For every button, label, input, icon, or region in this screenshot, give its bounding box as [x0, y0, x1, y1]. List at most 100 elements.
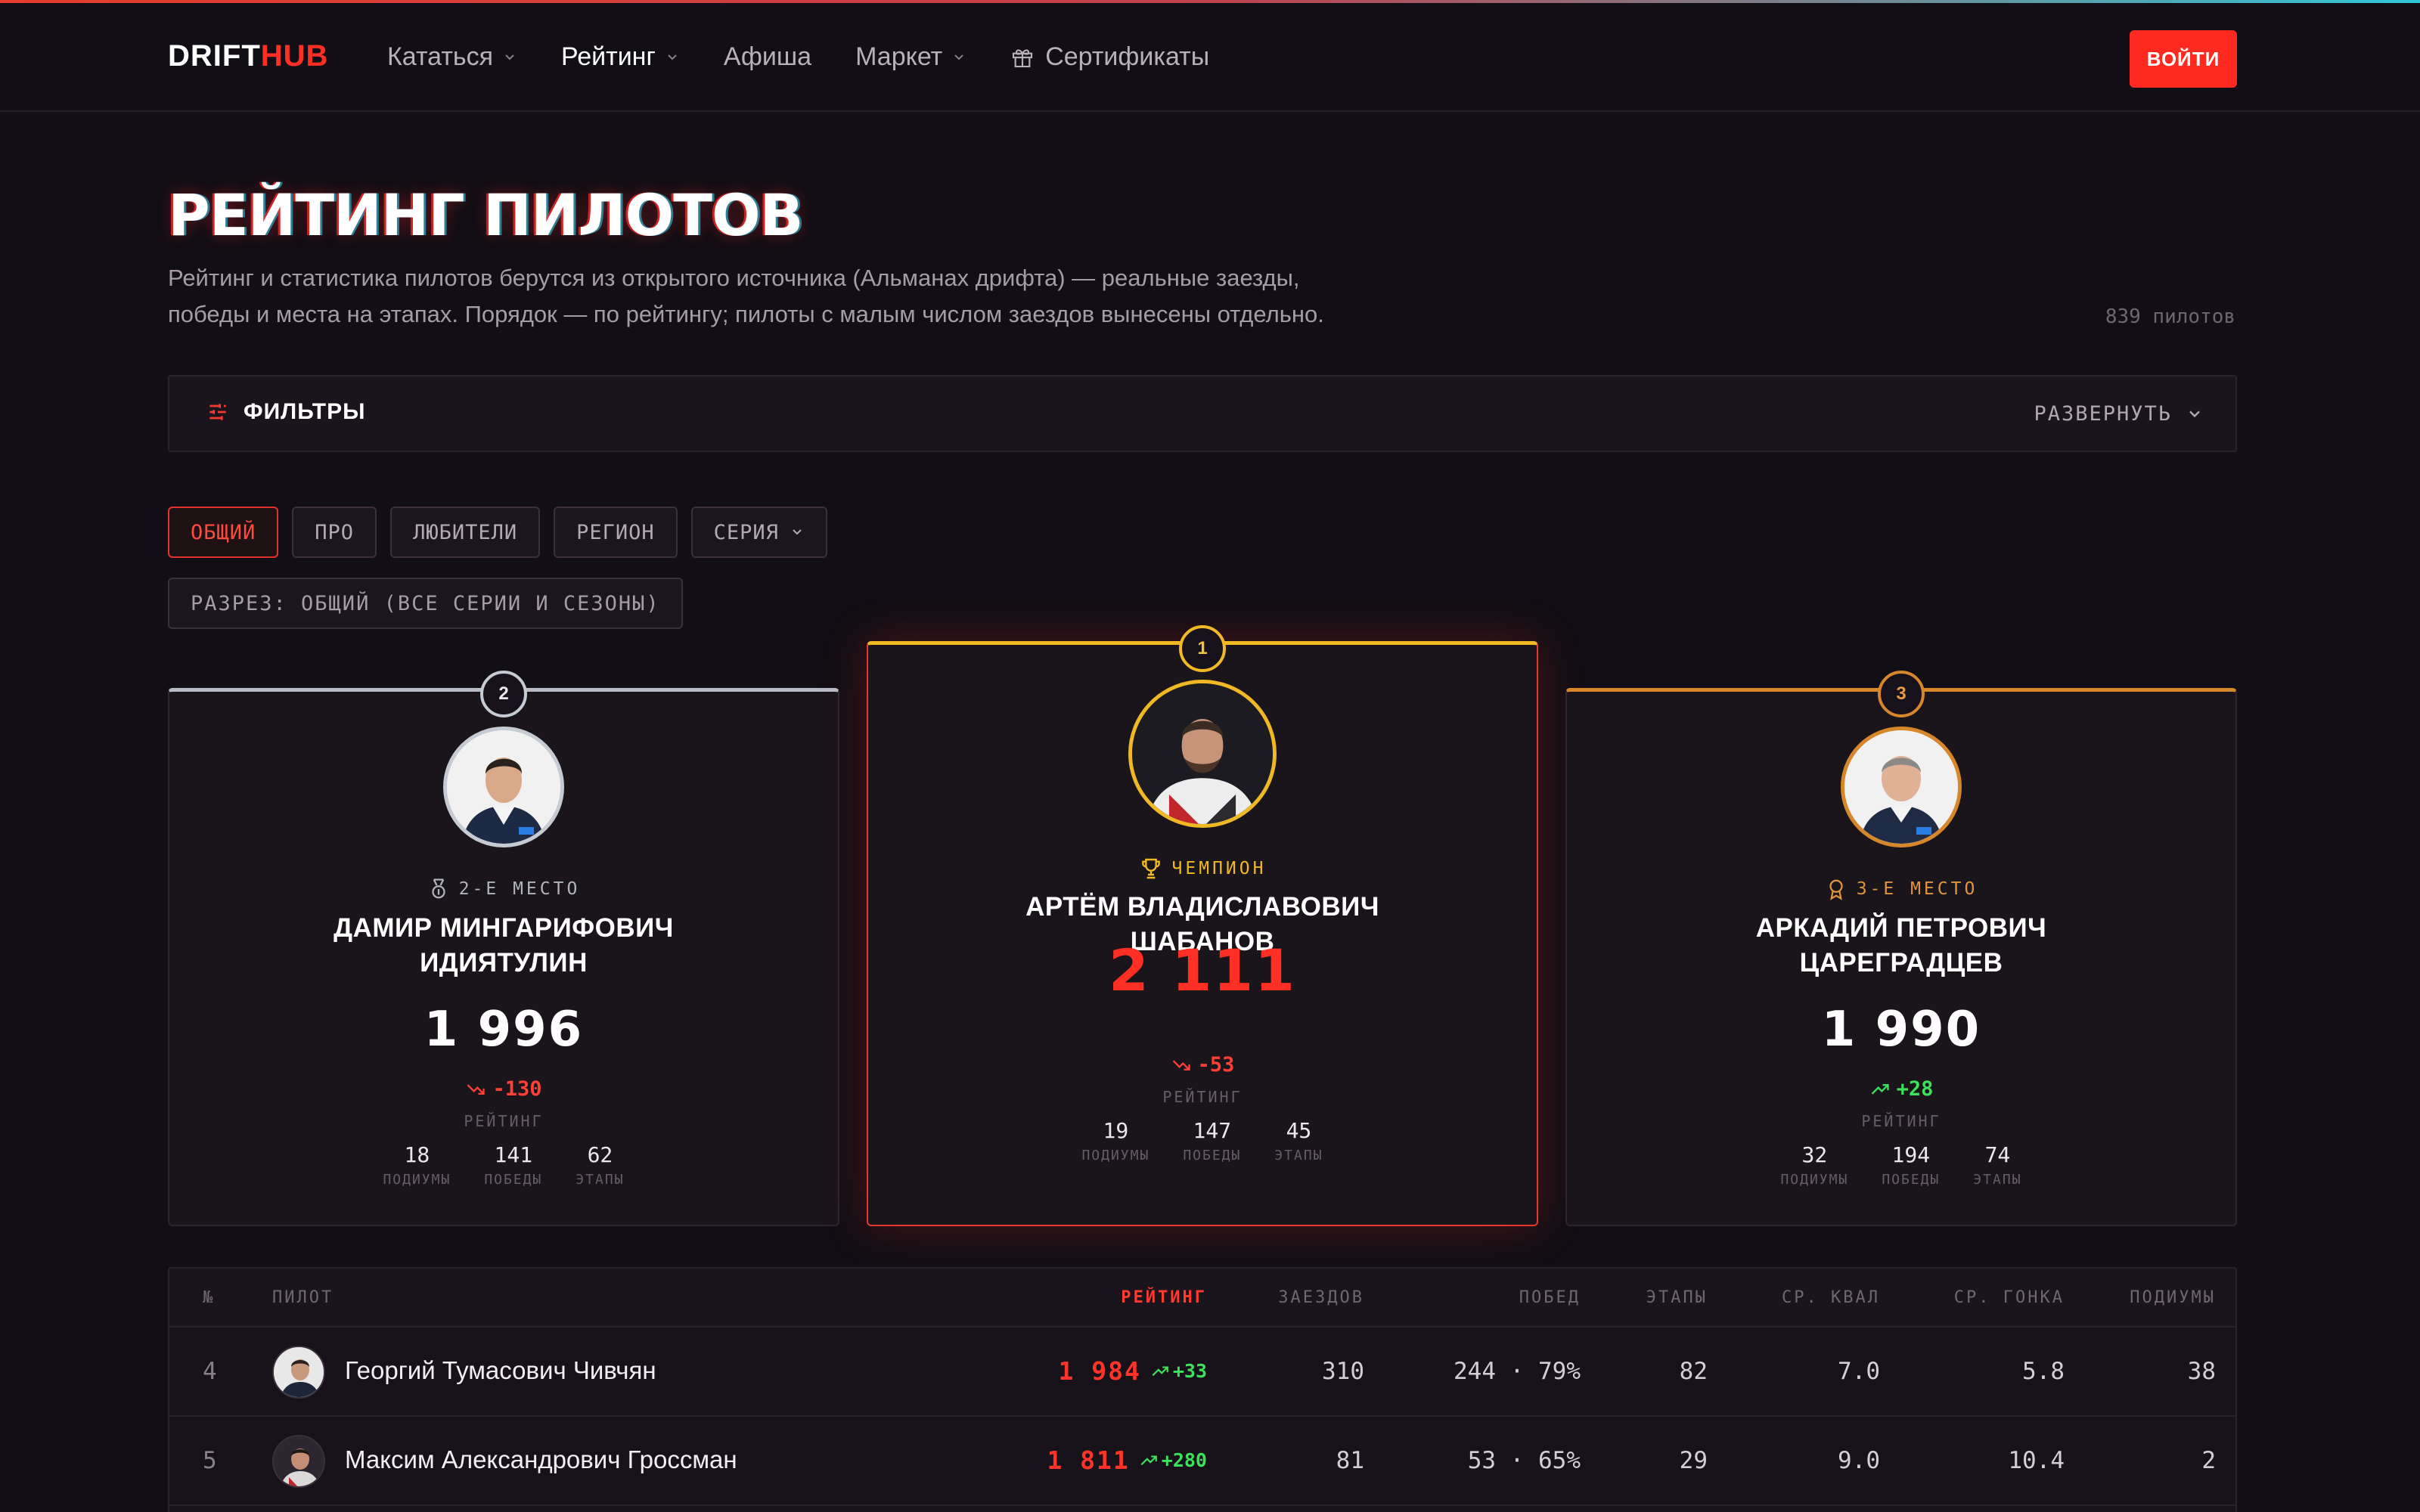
table-row[interactable]: 5 Максим Александрович Гроссман 1 811 +2… — [169, 1417, 2235, 1506]
col-num: № — [203, 1288, 216, 1307]
place-label: ЧЕМПИОН — [868, 857, 1537, 881]
stat-wins: 141 ПОБЕДЫ — [484, 1142, 542, 1188]
chevron-down-icon — [668, 54, 677, 60]
stat-value: 19 — [1103, 1118, 1129, 1143]
stat-stages: 62 ЭТАПЫ — [576, 1142, 624, 1188]
stat-value: 194 — [1891, 1142, 1931, 1167]
expand-filters-button[interactable]: РАЗВЕРНУТЬ — [2034, 402, 2204, 426]
row-rank: 4 — [203, 1358, 217, 1385]
stat-label: ПОБЕДЫ — [1183, 1148, 1242, 1163]
avatar — [1128, 680, 1277, 828]
stat-value: 45 — [1286, 1118, 1312, 1143]
stages-cell: 29 — [1679, 1447, 1708, 1474]
stat-value: 74 — [1984, 1142, 2011, 1167]
trend-down-icon — [1172, 1059, 1190, 1070]
page-description: Рейтинг и статистика пилотов берутся из … — [168, 260, 1378, 333]
col-stages[interactable]: ЭТАПЫ — [1646, 1288, 1708, 1307]
podium-card-third[interactable]: 3 3-Е МЕСТО АРКАДИЙ ПЕТРОВИЧ ЦАРЕГРАДЦЕВ… — [1565, 671, 2237, 1226]
trophy-icon — [1141, 858, 1160, 879]
chip-pro[interactable]: ПРО — [292, 507, 377, 558]
filters-title: ФИЛЬТРЫ — [206, 399, 365, 425]
avg-race-cell: 10.4 — [2008, 1447, 2065, 1474]
pilot-name[interactable]: АРКАДИЙ ПЕТРОВИЧ ЦАРЕГРАДЦЕВ — [1567, 911, 2235, 981]
avg-race-cell: 5.8 — [2022, 1358, 2065, 1385]
category-chips: ОБЩИЙ ПРО ЛЮБИТЕЛИ РЕГИОН СЕРИЯ — [168, 507, 841, 558]
col-avg-race[interactable]: СР. ГОНКА — [1954, 1288, 2065, 1307]
chip-region[interactable]: РЕГИОН — [554, 507, 678, 558]
pilot-photo — [447, 730, 560, 844]
filters-panel[interactable]: ФИЛЬТРЫ РАЗВЕРНУТЬ — [168, 375, 2237, 452]
stages-cell: 82 — [1679, 1358, 1708, 1385]
delta-text: +28 — [1896, 1077, 1934, 1101]
place-label-text: 3-Е МЕСТО — [1856, 879, 1978, 899]
rating-cell: 1 811 +280 — [1047, 1445, 1207, 1475]
chip-label: РЕГИОН — [576, 520, 655, 544]
stat-wins: 194 ПОБЕДЫ — [1882, 1142, 1940, 1188]
login-button[interactable]: ВОЙТИ — [2130, 30, 2237, 88]
wins-cell: 53 · 65% — [1467, 1447, 1581, 1474]
pilot-name[interactable]: Максим Александрович Гроссман — [345, 1445, 737, 1474]
trend-up-icon — [1140, 1455, 1157, 1465]
filters-label: ФИЛЬТРЫ — [244, 399, 366, 424]
stat-stages: 45 ЭТАПЫ — [1274, 1118, 1323, 1163]
stat-value: 62 — [587, 1142, 613, 1167]
col-wins[interactable]: ПОБЕД — [1519, 1288, 1581, 1307]
stat-wins: 147 ПОБЕДЫ — [1183, 1118, 1241, 1163]
col-podiums[interactable]: ПОДИУМЫ — [2130, 1288, 2216, 1307]
chevron-down-icon — [2189, 411, 2200, 417]
pilot-photo — [1844, 730, 1958, 844]
rating-delta: -130 — [169, 1077, 838, 1101]
col-avg-qual[interactable]: СР. КВАЛ — [1782, 1288, 1880, 1307]
rating-caption: РЕЙТИНГ — [1861, 1112, 1941, 1130]
delta-text: -130 — [492, 1077, 542, 1101]
stat-value: 141 — [494, 1142, 533, 1167]
nav-item-market[interactable]: Маркет — [855, 42, 966, 72]
logo[interactable]: DRIFTHUB — [168, 39, 328, 73]
sliders-icon — [209, 404, 226, 420]
delta-text: +33 — [1172, 1360, 1207, 1382]
pilot-name-line: ЦАРЕГРАДЦЕВ — [1799, 948, 2003, 978]
podiums-cell: 38 — [2187, 1358, 2216, 1385]
nav-item-katatsya[interactable]: Кататься — [387, 42, 517, 72]
col-rating[interactable]: РЕЙТИНГ — [1121, 1288, 1207, 1307]
pilot-name-line: АРТЁМ ВЛАДИСЛАВОВИЧ — [1025, 892, 1379, 922]
rating-delta: +33 — [1150, 1360, 1207, 1382]
rating-value: 2 111 — [1109, 937, 1296, 1004]
nav-item-reyting[interactable]: Рейтинг — [561, 42, 680, 72]
site-header: DRIFTHUB Кататься Рейтинг Афиша Маркет С… — [0, 3, 2420, 112]
pilot-name-line: ДАМИР МИНГАРИФОВИЧ — [334, 913, 674, 943]
pilot-name[interactable]: ДАМИР МИНГАРИФОВИЧ ИДИЯТУЛИН — [169, 911, 838, 981]
nav-label: Сертификаты — [1045, 42, 1210, 71]
rating-delta: +280 — [1139, 1449, 1207, 1471]
rating-value: 1 811 — [1047, 1445, 1130, 1475]
chip-general[interactable]: ОБЩИЙ — [168, 507, 279, 558]
pilot-photo — [274, 1436, 324, 1486]
col-runs[interactable]: ЗАЕЗДОВ — [1278, 1288, 1364, 1307]
chip-label: ПРО — [315, 520, 355, 544]
main-nav: Кататься Рейтинг Афиша Маркет Сертификат… — [387, 42, 1253, 72]
rating-value: 1 984 — [1058, 1356, 1141, 1386]
table-row[interactable]: 4 Георгий Тумасович Чивчян 1 984 +33 310… — [169, 1328, 2235, 1417]
chevron-down-icon — [505, 54, 514, 60]
stat-stages: 74 ЭТАПЫ — [1973, 1142, 2021, 1188]
pilot-name[interactable]: Георгий Тумасович Чивчян — [345, 1356, 656, 1385]
chip-series[interactable]: СЕРИЯ — [690, 507, 827, 558]
stat-podiums: 32 ПОДИУМЫ — [1780, 1142, 1848, 1188]
runs-cell: 310 — [1322, 1358, 1364, 1385]
rating-value: 1 990 — [1821, 1002, 1981, 1058]
stat-label: ЭТАПЫ — [1973, 1172, 2022, 1188]
description-line: Рейтинг и статистика пилотов берутся из … — [168, 265, 1300, 291]
col-pilot[interactable]: ПИЛОТ — [272, 1288, 334, 1307]
place-label: 3-Е МЕСТО — [1567, 878, 2235, 900]
podium-card-first[interactable]: 1 ЧЕМПИОН АРТЁМ ВЛАДИСЛАВОВИЧ ШАБАНОВ 2 … — [867, 625, 1538, 1226]
podium-card-second[interactable]: 2 2-Е МЕСТО ДАМИР МИНГАРИФОВИЧ ИДИЯТУЛИН… — [168, 671, 839, 1226]
place-label-text: 2-Е МЕСТО — [458, 879, 581, 899]
pilot-name-line: ИДИЯТУЛИН — [420, 948, 588, 978]
nav-item-certificates[interactable]: Сертификаты — [1010, 42, 1209, 72]
nav-item-afisha[interactable]: Афиша — [724, 42, 811, 72]
rating-caption: РЕЙТИНГ — [1162, 1088, 1243, 1106]
chevron-down-icon — [954, 54, 963, 60]
stat-value: 147 — [1193, 1118, 1232, 1143]
chip-amateurs[interactable]: ЛЮБИТЕЛИ — [390, 507, 541, 558]
nav-label: Маркет — [855, 42, 943, 71]
